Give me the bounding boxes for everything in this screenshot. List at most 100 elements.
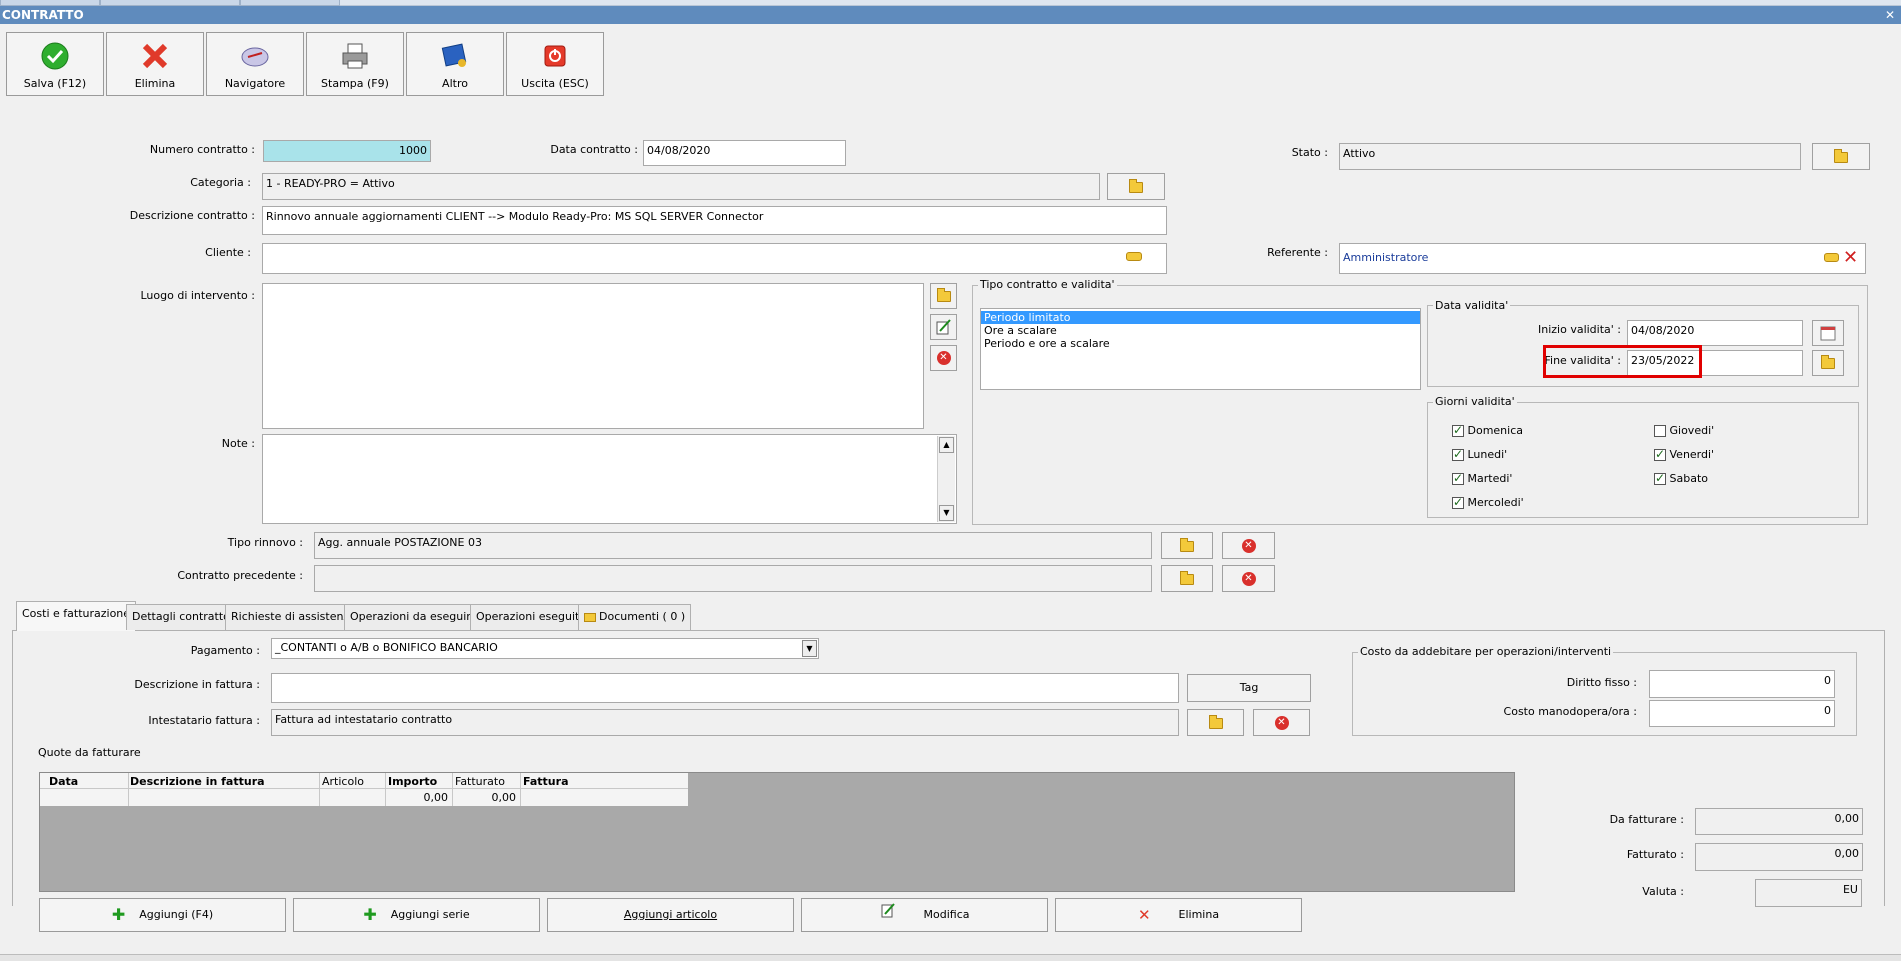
quote-grid-table: Data Descrizione in fattura Articolo Imp… [40, 773, 688, 806]
day-checkbox-domenica[interactable]: Domenica [1452, 423, 1523, 437]
tipo-contratto-list[interactable]: Periodo limitato Ore a scalare Periodo e… [980, 308, 1421, 390]
delete-x-icon [140, 41, 170, 71]
intestatario-browse-button[interactable] [1187, 709, 1244, 736]
note-textarea[interactable] [262, 434, 957, 524]
close-icon[interactable]: ✕ [1885, 6, 1895, 24]
luogo-intervento-textarea[interactable] [262, 283, 924, 429]
day-checkbox-sabato[interactable]: Sabato [1654, 471, 1709, 485]
navigator-icon [240, 41, 270, 71]
day-checkbox-giovedi[interactable]: Giovedi' [1654, 424, 1714, 437]
costo-manodopera-input[interactable]: 0 [1649, 700, 1835, 727]
checkbox-icon[interactable] [1452, 423, 1464, 437]
inizio-validita-input[interactable]: 04/08/2020 [1627, 320, 1803, 346]
exit-button[interactable]: Uscita (ESC) [506, 32, 604, 96]
luogo-clear-button[interactable]: ✕ [930, 345, 957, 371]
luogo-browse-button[interactable] [930, 283, 957, 309]
cell-fatturato[interactable]: 0,00 [455, 791, 517, 804]
cliente-input[interactable] [262, 243, 1167, 274]
tipo-rinnovo-clear-button[interactable]: ✕ [1222, 532, 1275, 559]
day-label: Sabato [1669, 472, 1709, 485]
tab-richieste-assistenza[interactable]: Richieste di assistenza [225, 604, 362, 630]
edit-icon [936, 319, 951, 335]
tag-button[interactable]: Tag [1187, 674, 1311, 702]
delete-label: Elimina [134, 77, 176, 90]
delete-button[interactable]: Elimina [106, 32, 204, 96]
add-button[interactable]: ✚ Aggiungi (F4) [39, 898, 286, 932]
luogo-edit-button[interactable] [930, 314, 957, 340]
checkbox-icon[interactable] [1452, 495, 1464, 509]
col-header-articolo: Articolo [322, 775, 364, 788]
scroll-down-icon[interactable]: ▼ [939, 505, 954, 521]
other-icon [440, 41, 470, 71]
add-label: Aggiungi (F4) [139, 908, 214, 921]
note-scrollbar[interactable]: ▲ ▼ [937, 436, 955, 522]
delete-row-button[interactable]: ✕ Elimina [1055, 898, 1302, 932]
day-checkbox-lunedi[interactable]: Lunedi' [1452, 447, 1507, 461]
folder-icon [584, 613, 596, 622]
referente-clear-icon[interactable]: ✕ [1843, 247, 1858, 268]
contratto-precedente-clear-button[interactable]: ✕ [1222, 565, 1275, 592]
cell-importo[interactable]: 0,00 [388, 791, 449, 804]
day-checkbox-martedi[interactable]: Martedi' [1452, 471, 1512, 485]
referente-field[interactable]: Amministratore [1339, 243, 1866, 274]
window-title-bar: CONTRATTO ✕ [0, 6, 1901, 24]
navigator-button[interactable]: Navigatore [206, 32, 304, 96]
list-item[interactable]: Periodo e ore a scalare [981, 337, 1420, 350]
intestatario-field: Fattura ad intestatario contratto [271, 709, 1179, 736]
cliente-label: Cliente : [205, 246, 251, 259]
tab-operazioni-da-eseguire[interactable]: Operazioni da eseguire [344, 604, 484, 630]
folder-icon [1821, 355, 1835, 369]
descrizione-label: Descrizione contratto : [129, 209, 255, 222]
tipo-rinnovo-browse-button[interactable] [1161, 532, 1213, 559]
checkbox-icon[interactable] [1452, 447, 1464, 461]
tab-costi-fatturazione[interactable]: Costi e fatturazione [16, 601, 137, 631]
stato-field: Attivo [1339, 143, 1801, 170]
cliente-lookup-icon[interactable] [1126, 252, 1142, 261]
add-series-button[interactable]: ✚ Aggiungi serie [293, 898, 540, 932]
day-label: Venerdi' [1669, 448, 1715, 461]
stato-browse-button[interactable] [1812, 143, 1870, 170]
scroll-up-icon[interactable]: ▲ [939, 437, 954, 453]
numero-contratto-input[interactable]: 1000 [263, 140, 431, 162]
contratto-precedente-field [314, 565, 1152, 592]
tab-documenti[interactable]: Documenti ( 0 ) [578, 604, 692, 630]
tab-dettagli-contratto[interactable]: Dettagli contratto [126, 604, 236, 630]
list-item-selected[interactable]: Periodo limitato [981, 311, 1420, 324]
checkbox-icon[interactable] [1452, 471, 1464, 485]
quote-title: Quote da fatturare [38, 746, 141, 759]
calendar-button[interactable] [1812, 320, 1844, 346]
col-header-fatturato: Fatturato [455, 775, 505, 788]
contratto-precedente-browse-button[interactable] [1161, 565, 1213, 592]
delete-circle-icon: ✕ [1241, 538, 1256, 553]
add-article-button[interactable]: Aggiungi articolo [547, 898, 794, 932]
fine-validita-browse-button[interactable] [1812, 350, 1844, 376]
other-button[interactable]: Altro [406, 32, 504, 96]
inizio-label: Inizio validita' : [1537, 323, 1621, 336]
tab-operazioni-eseguite[interactable]: Operazioni eseguite [470, 604, 593, 630]
valuta-label: Valuta : [1642, 885, 1684, 898]
data-contratto-input[interactable]: 04/08/2020 [643, 140, 846, 166]
save-button[interactable]: Salva (F12) [6, 32, 104, 96]
desc-fattura-input[interactable] [271, 673, 1179, 703]
chevron-down-icon[interactable]: ▼ [802, 640, 817, 657]
pagamento-select[interactable]: _CONTANTI o A/B o BONIFICO BANCARIO ▼ [271, 638, 819, 659]
referente-lookup-icon[interactable] [1824, 253, 1839, 262]
pagamento-label: Pagamento : [190, 644, 260, 657]
costo-title: Costo da addebitare per operazioni/inter… [1358, 645, 1614, 658]
categoria-field: 1 - READY-PRO = Attivo [262, 173, 1100, 200]
edit-button[interactable]: Modifica [801, 898, 1048, 932]
print-button[interactable]: Stampa (F9) [306, 32, 404, 96]
intestatario-clear-button[interactable]: ✕ [1253, 709, 1310, 736]
col-header-data: Data [49, 775, 79, 788]
checkbox-icon[interactable] [1654, 447, 1666, 461]
diritto-fisso-input[interactable]: 0 [1649, 670, 1835, 698]
fatturato-label: Fatturato : [1626, 848, 1684, 861]
checkbox-icon[interactable] [1654, 425, 1666, 437]
list-item[interactable]: Ore a scalare [981, 324, 1420, 337]
descrizione-contratto-input[interactable]: Rinnovo annuale aggiornamenti CLIENT -->… [262, 206, 1167, 235]
checkbox-icon[interactable] [1654, 471, 1666, 485]
day-checkbox-mercoledi[interactable]: Mercoledi' [1452, 495, 1524, 509]
printer-icon [340, 41, 370, 71]
day-checkbox-venerdi[interactable]: Venerdi' [1654, 447, 1715, 461]
categoria-browse-button[interactable] [1107, 173, 1165, 200]
